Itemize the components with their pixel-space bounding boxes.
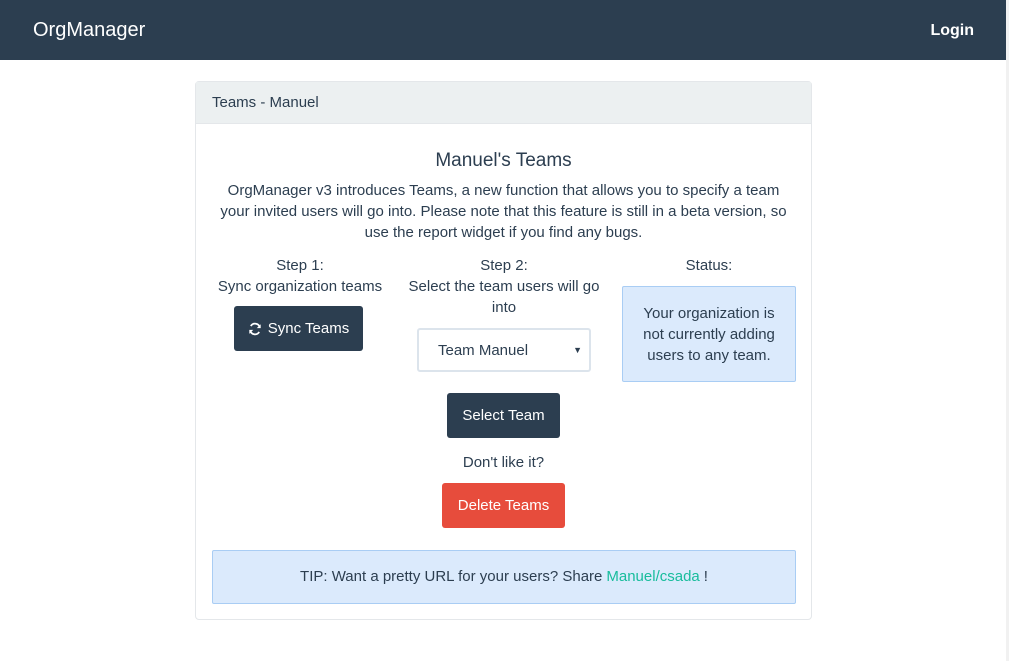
delete-teams-button[interactable]: Delete Teams bbox=[442, 483, 565, 528]
status-label: Status: bbox=[685, 257, 733, 274]
page-title: Manuel's Teams bbox=[435, 150, 572, 171]
tip-alert: TIP: Want a pretty URL for your users? S… bbox=[212, 550, 796, 604]
intro-text: OrgManager v3 introduces Teams, a new fu… bbox=[220, 182, 787, 241]
step1-label: Step 1: Sync organization teams bbox=[200, 255, 400, 297]
step2-label: Step 2: Select the team users will go in… bbox=[406, 255, 602, 318]
page: OrgManager Login Teams - Manuel Manuel's… bbox=[0, 0, 1009, 661]
caret-down-icon: ▼ bbox=[573, 345, 582, 355]
refresh-icon bbox=[249, 322, 261, 335]
step1-description: Sync organization teams bbox=[217, 278, 383, 295]
login-link[interactable]: Login bbox=[930, 21, 974, 41]
brand-link[interactable]: OrgManager bbox=[33, 18, 145, 42]
delete-prompt: Don't like it? bbox=[462, 454, 545, 471]
sync-teams-label: Sync Teams bbox=[267, 319, 350, 337]
teams-panel: Teams - Manuel Manuel's Teams OrgManager… bbox=[195, 81, 812, 620]
tip-text: TIP: Want a pretty URL for your users? S… bbox=[300, 568, 603, 585]
step2-description: Select the team users will go into bbox=[408, 278, 600, 316]
status-message: Your organization is not currently addin… bbox=[622, 286, 796, 382]
step1-title: Step 1: bbox=[276, 257, 324, 274]
team-select-value: Team Manuel bbox=[438, 342, 529, 359]
navbar: OrgManager Login bbox=[0, 0, 1006, 60]
sync-teams-button[interactable]: Sync Teams bbox=[234, 306, 363, 351]
step2-title: Step 2: bbox=[480, 257, 528, 274]
select-team-button[interactable]: Select Team bbox=[447, 393, 560, 438]
team-select[interactable]: Team Manuel ▼ bbox=[417, 328, 591, 372]
share-url-link[interactable]: Manuel/csada bbox=[606, 568, 699, 586]
tip-suffix: ! bbox=[703, 568, 708, 585]
panel-heading: Teams - Manuel bbox=[196, 82, 811, 124]
